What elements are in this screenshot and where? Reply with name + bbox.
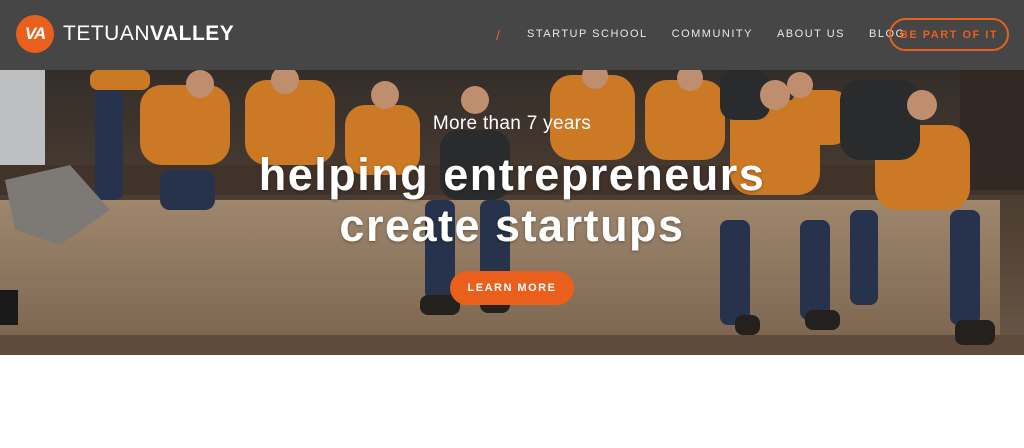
logo-mark-icon: VA — [16, 15, 54, 53]
logo[interactable]: VA TETUANVALLEY — [16, 15, 234, 53]
top-navbar: VA TETUANVALLEY / STARTUP SCHOOL COMMUNI… — [0, 0, 1024, 70]
logo-wordmark: TETUANVALLEY — [63, 22, 234, 46]
nav-separator: / — [496, 27, 500, 43]
logo-text-light: TETUAN — [63, 22, 150, 45]
main-nav: STARTUP SCHOOL COMMUNITY ABOUT US BLOG — [527, 28, 930, 40]
hero-content: More than 7 years helping entrepreneurs … — [0, 70, 1024, 355]
learn-more-button[interactable]: LEARN MORE — [450, 271, 574, 305]
hero-kicker-text: More than 7 years — [432, 113, 592, 134]
hero-title-line2: create startups — [339, 200, 685, 251]
hero-title: helping entrepreneurs create startups — [259, 149, 766, 251]
nav-link-community[interactable]: COMMUNITY — [672, 28, 753, 40]
page-below-hero — [0, 355, 1024, 448]
be-part-of-it-button[interactable]: BE PART OF IT — [889, 18, 1009, 51]
logo-text-bold: VALLEY — [150, 22, 235, 45]
nav-link-startup-school[interactable]: STARTUP SCHOOL — [527, 28, 648, 40]
nav-link-about-us[interactable]: ABOUT US — [777, 28, 845, 40]
hero-section: More than 7 years helping entrepreneurs … — [0, 70, 1024, 355]
hero-title-line1: helping entrepreneurs — [258, 149, 766, 200]
